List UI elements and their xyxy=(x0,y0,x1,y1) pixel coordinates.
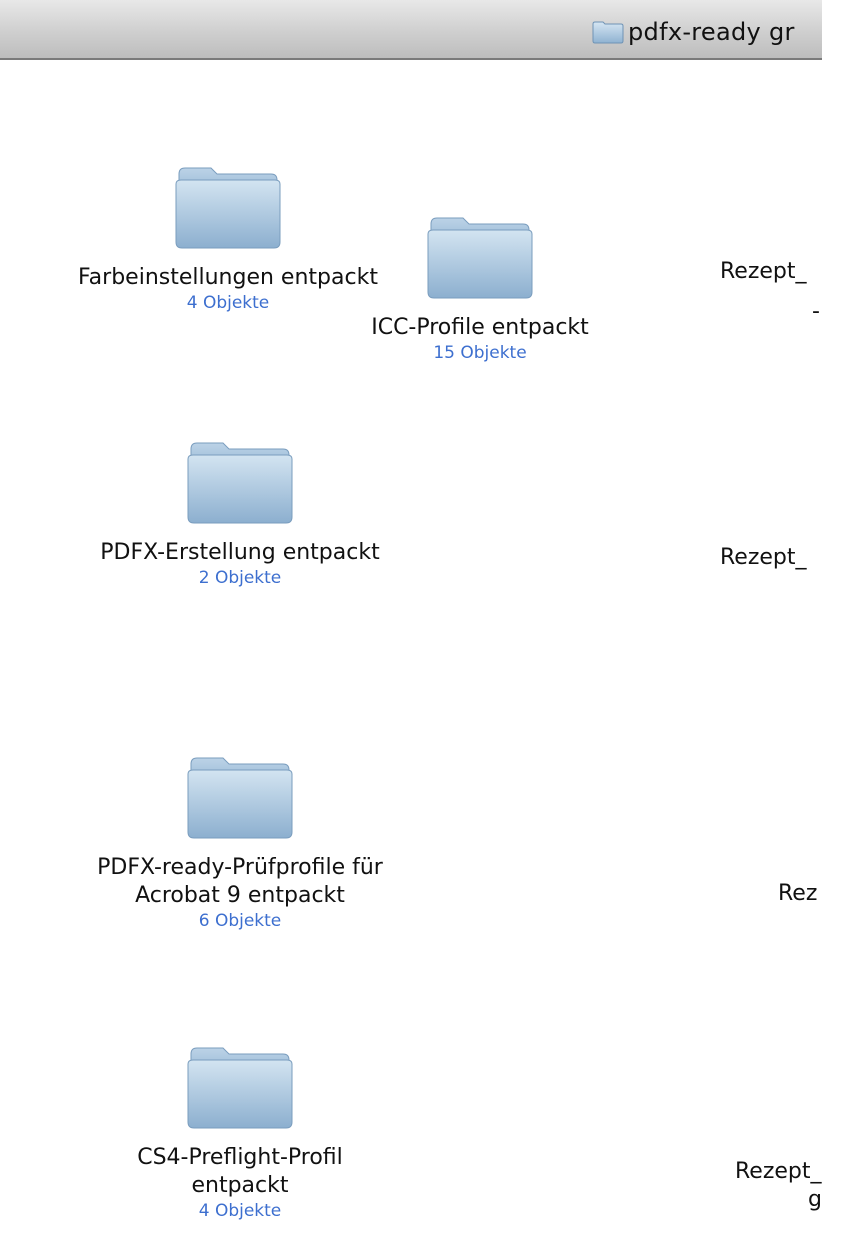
folder-item-count: 4 Objekte xyxy=(198,1201,282,1221)
folder-item[interactable]: PDFX-ready-Prüfprofile für Acrobat 9 ent… xyxy=(50,750,430,932)
partial-item-label-line-2: - xyxy=(812,299,820,324)
finder-window: pdfx-ready gr Farbeinstellungen entpackt… xyxy=(0,0,822,1238)
folder-name-line-1: PDFX-ready-Prüfprofile für xyxy=(97,855,383,880)
partial-item-label-line-2: g xyxy=(808,1187,822,1212)
title-bar[interactable]: pdfx-ready gr xyxy=(0,0,822,60)
partial-item-label[interactable]: Rez xyxy=(778,880,817,908)
partial-item-label[interactable]: Rezept_ xyxy=(720,258,807,286)
folder-name: ICC-Profile entpackt xyxy=(371,315,589,340)
folder-name-line-2: entpackt xyxy=(191,1173,289,1198)
folder-icon xyxy=(187,1047,293,1129)
folder-item-count: 15 Objekte xyxy=(433,343,527,363)
folder-icon xyxy=(592,21,624,44)
folder-icon xyxy=(427,217,533,299)
partial-item-label[interactable]: Rezept_ xyxy=(735,1158,822,1186)
folder-icon xyxy=(175,167,281,249)
folder-name-line-2: Acrobat 9 entpackt xyxy=(135,883,345,908)
partial-item-label[interactable]: Rezept_ xyxy=(720,544,807,572)
folder-item[interactable]: PDFX-Erstellung entpackt 2 Objekte xyxy=(60,435,420,589)
folder-name: PDFX-Erstellung entpackt xyxy=(100,540,380,565)
window-title: pdfx-ready gr xyxy=(628,18,795,46)
folder-name-line-1: CS4-Preflight-Profil xyxy=(137,1145,343,1170)
folder-item[interactable]: ICC-Profile entpackt 15 Objekte xyxy=(320,210,640,364)
folder-item[interactable]: CS4-Preflight-Profil entpackt 4 Objekte xyxy=(50,1040,430,1222)
folder-item-count: 6 Objekte xyxy=(198,911,282,931)
folder-icon xyxy=(187,442,293,524)
window-title-group: pdfx-ready gr xyxy=(592,18,795,46)
folder-item-count: 2 Objekte xyxy=(198,568,282,588)
folder-icon xyxy=(187,757,293,839)
